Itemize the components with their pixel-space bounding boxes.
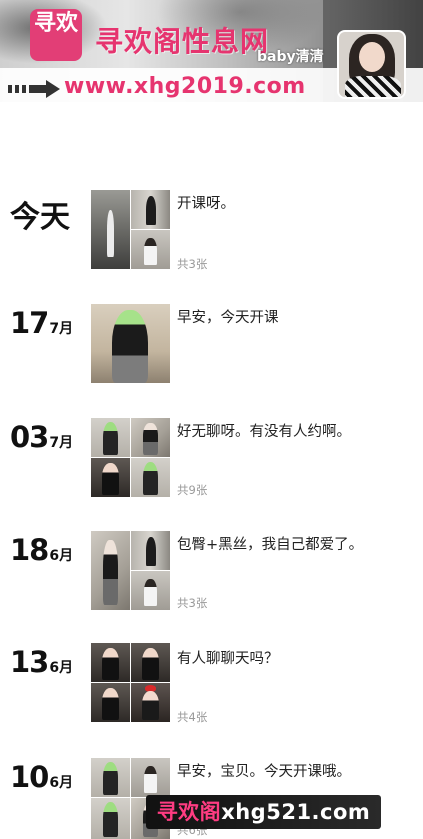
arrow-right-icon [8, 80, 60, 98]
photo-thumbnail[interactable] [131, 683, 170, 722]
entry-month: 6月 [49, 775, 74, 791]
timeline-entry[interactable]: 186月 包臀+黑丝，我自己都爱了。 共3张 [0, 531, 423, 611]
photo-grid[interactable] [91, 643, 170, 722]
entry-month: 7月 [49, 321, 74, 337]
entry-text[interactable]: 早安，宝贝。今天开课哦。 [177, 760, 351, 781]
entry-text[interactable]: 早安，今天开课 [177, 306, 279, 327]
timeline-entry[interactable]: 136月 有人聊聊天吗？ 共4张 [0, 643, 423, 724]
photo-thumbnail[interactable] [91, 304, 170, 383]
entry-month: 6月 [49, 548, 74, 564]
timeline-entry[interactable]: 177月 早安，今天开课 [0, 304, 423, 384]
photo-thumbnail[interactable] [131, 230, 170, 269]
entry-text[interactable]: 开课呀。 [177, 192, 235, 213]
entry-text[interactable]: 包臀+黑丝，我自己都爱了。 [177, 533, 363, 554]
site-logo: 寻欢 [30, 9, 82, 61]
photo-thumbnail[interactable] [91, 531, 130, 610]
entry-date: 136月 [10, 645, 73, 679]
photo-count: 共4张 [177, 710, 208, 724]
watermark-banner: 寻欢阁xhg521.com [146, 795, 381, 829]
site-logo-text: 寻欢 [33, 11, 78, 36]
user-nickname[interactable]: baby清清 [257, 46, 324, 66]
timeline-entry[interactable]: 今天 开课呀。 共3张 [0, 190, 423, 280]
entry-day: 03 [10, 420, 49, 454]
photo-thumbnail[interactable] [131, 571, 170, 610]
photo-grid[interactable] [91, 531, 170, 610]
photo-count: 共3张 [177, 257, 208, 271]
entry-date: 106月 [10, 760, 73, 794]
photo-thumbnail[interactable] [91, 643, 130, 682]
entry-date: 今天 [10, 192, 70, 236]
avatar[interactable] [337, 30, 406, 99]
photo-thumbnail[interactable] [131, 531, 170, 570]
entry-date: 037月 [10, 420, 73, 454]
entry-date: 186月 [10, 533, 73, 567]
photo-thumbnail[interactable] [131, 458, 170, 497]
entry-text[interactable]: 好无聊呀。有没有人约啊。 [177, 420, 351, 441]
entry-date: 177月 [10, 306, 73, 340]
photo-thumbnail[interactable] [91, 683, 130, 722]
site-title: 寻欢阁性息网 [95, 25, 270, 58]
entry-month: 6月 [49, 660, 74, 676]
photo-thumbnail[interactable] [91, 190, 130, 269]
entry-month: 7月 [49, 435, 74, 451]
entry-text[interactable]: 有人聊聊天吗？ [177, 647, 279, 668]
photo-grid[interactable] [91, 304, 170, 383]
photo-thumbnail[interactable] [91, 758, 130, 797]
photo-thumbnail[interactable] [131, 758, 170, 797]
entry-day: 17 [10, 306, 49, 340]
photo-grid[interactable] [91, 190, 170, 269]
watermark-domain: xhg521.com [221, 800, 371, 824]
photo-thumbnail[interactable] [91, 458, 130, 497]
photo-thumbnail[interactable] [131, 643, 170, 682]
entry-day: 今天 [10, 200, 70, 235]
photo-thumbnail[interactable] [91, 798, 130, 839]
entry-day: 18 [10, 533, 49, 567]
site-url[interactable]: www.xhg2019.com [64, 74, 306, 99]
photo-count: 共3张 [177, 596, 208, 610]
photo-count: 共9张 [177, 483, 208, 497]
photo-thumbnail[interactable] [91, 418, 130, 457]
photo-grid[interactable] [91, 418, 170, 497]
photo-thumbnail[interactable] [131, 418, 170, 457]
watermark-prefix: 寻欢阁 [156, 800, 222, 824]
photo-thumbnail[interactable] [131, 190, 170, 229]
timeline-entry[interactable]: 037月 好无聊呀。有没有人约啊。 共9张 [0, 418, 423, 498]
entry-day: 13 [10, 645, 49, 679]
entry-day: 10 [10, 760, 49, 794]
